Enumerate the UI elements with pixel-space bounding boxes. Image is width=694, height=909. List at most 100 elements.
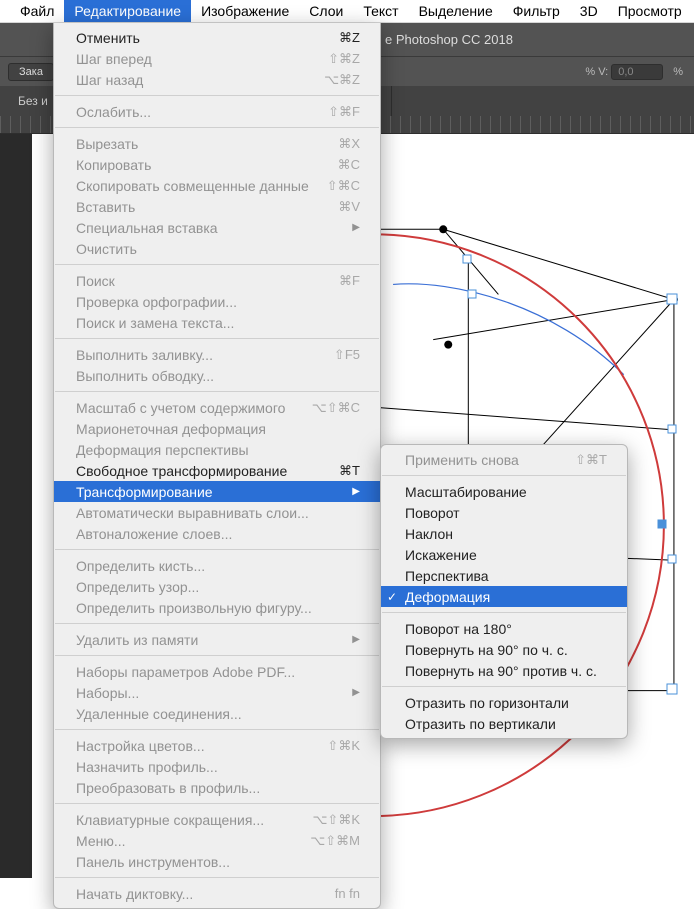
menu-item[interactable]: Отразить по вертикали: [381, 713, 627, 734]
menu-separator: [55, 549, 379, 550]
submenu-arrow-icon: ▶: [352, 687, 360, 698]
menu-item[interactable]: Наклон: [381, 523, 627, 544]
menu-item[interactable]: Отразить по горизонтали: [381, 692, 627, 713]
menubar-item[interactable]: Фильтр: [503, 0, 570, 22]
menu-item-label: Отразить по вертикали: [405, 716, 556, 732]
menu-item: Определить кисть...: [54, 555, 380, 576]
menu-item-label: Деформация перспективы: [76, 442, 249, 458]
menu-item-label: Применить снова: [405, 452, 519, 468]
menu-item[interactable]: Поворот: [381, 502, 627, 523]
menu-item[interactable]: Перспектива: [381, 565, 627, 586]
menubar-item[interactable]: Просмотр: [608, 0, 692, 22]
handle[interactable]: [667, 294, 678, 305]
menu-shortcut: ⌘F: [339, 273, 360, 289]
menu-shortcut: ⇧F5: [334, 347, 360, 363]
menu-item-label: Определить произвольную фигуру...: [76, 600, 312, 616]
menu-item-label: Выполнить обводку...: [76, 368, 214, 384]
menu-item-label: Поворот на 180°: [405, 621, 512, 637]
menu-item-label: Отменить: [76, 30, 140, 46]
menu-item[interactable]: Искажение: [381, 544, 627, 565]
menu-item: Ослабить...⇧⌘F: [54, 101, 380, 122]
submenu-arrow-icon: ▶: [352, 486, 360, 497]
menu-item[interactable]: Повернуть на 90° против ч. с.: [381, 660, 627, 681]
menu-item-label: Шаг вперед: [76, 51, 152, 67]
menu-separator: [382, 612, 626, 613]
menu-item[interactable]: Масштабирование: [381, 481, 627, 502]
options-v-field[interactable]: 0,0: [611, 64, 663, 80]
menu-item: Шаг вперед⇧⌘Z: [54, 48, 380, 69]
menu-item: Удалить из памяти▶: [54, 629, 380, 650]
menu-item-label: Специальная вставка: [76, 220, 218, 236]
menubar-item[interactable]: Текст: [353, 0, 408, 22]
menu-shortcut: ⌘X: [338, 136, 360, 152]
app-title: e Photoshop CC 2018: [385, 32, 513, 47]
menu-item-label: Деформация: [405, 589, 490, 605]
menu-item[interactable]: Свободное трансформирование⌘T: [54, 460, 380, 481]
menu-item: Определить узор...: [54, 576, 380, 597]
check-icon: ✓: [387, 590, 397, 604]
menubar-item[interactable]: Слои: [299, 0, 353, 22]
menubar-item[interactable]: 3D: [570, 0, 608, 22]
menu-item-label: Определить узор...: [76, 579, 199, 595]
menu-item: Меню...⌥⇧⌘M: [54, 830, 380, 851]
menu-item: Марионеточная деформация: [54, 418, 380, 439]
menu-item-label: Проверка орфографии...: [76, 294, 237, 310]
menu-item-label: Автоматически выравнивать слои...: [76, 505, 309, 521]
menu-item-label: Марионеточная деформация: [76, 421, 266, 437]
menu-item-label: Удаленные соединения...: [76, 706, 242, 722]
menu-shortcut: ⌘C: [338, 157, 360, 173]
menu-shortcut: ⇧⌘C: [327, 178, 360, 194]
menu-item: Вставить⌘V: [54, 196, 380, 217]
menu-shortcut: ⌘Z: [339, 30, 360, 46]
menu-item: Автоматически выравнивать слои...: [54, 502, 380, 523]
handle[interactable]: [668, 425, 677, 434]
menu-item-label: Поворот: [405, 505, 460, 521]
handle[interactable]: [468, 290, 477, 299]
menu-item: Деформация перспективы: [54, 439, 380, 460]
menu-item-label: Трансформирование: [76, 484, 213, 500]
menu-item: Наборы... ▶: [54, 682, 380, 703]
menu-shortcut: ⇧⌘K: [327, 738, 360, 754]
options-button[interactable]: Зака: [8, 63, 54, 81]
menu-item: Масштаб с учетом содержимого⌥⇧⌘C: [54, 397, 380, 418]
handle[interactable]: [668, 555, 677, 564]
submenu-arrow-icon: ▶: [352, 222, 360, 233]
menu-item-label: Панель инструментов...: [76, 854, 230, 870]
menu-item-label: Преобразовать в профиль...: [76, 780, 260, 796]
menu-item: Поиск⌘F: [54, 270, 380, 291]
handle[interactable]: [463, 255, 472, 264]
menu-item: Поиск и замена текста...: [54, 312, 380, 333]
menu-separator: [55, 127, 379, 128]
menu-shortcut: ⌘V: [338, 199, 360, 215]
menu-shortcut: ⌥⌘Z: [324, 72, 360, 88]
menu-item: Проверка орфографии...: [54, 291, 380, 312]
options-v-label: % V:: [585, 66, 608, 78]
menu-item-label: Очистить: [76, 241, 137, 257]
menu-item[interactable]: Повернуть на 90° по ч. с.: [381, 639, 627, 660]
menu-item-label: Выполнить заливку...: [76, 347, 213, 363]
edit-menu: Отменить⌘ZШаг вперед⇧⌘ZШаг назад⌥⌘ZОслаб…: [53, 23, 381, 909]
menubar-item[interactable]: Редактирование: [64, 0, 191, 22]
menu-shortcut: ⌘T: [339, 463, 360, 479]
menu-item-label: Повернуть на 90° по ч. с.: [405, 642, 568, 658]
menu-item-label: Начать диктовку...: [76, 886, 193, 902]
anchor[interactable]: [658, 520, 667, 529]
menu-item[interactable]: ✓ Деформация: [381, 586, 627, 607]
menubar-item[interactable]: Изображение: [191, 0, 299, 22]
menu-item-label: Меню...: [76, 833, 126, 849]
menu-item[interactable]: Поворот на 180°: [381, 618, 627, 639]
menu-shortcut: ⇧⌘T: [575, 452, 607, 468]
menubar-item[interactable]: Файл: [10, 0, 64, 22]
transform-submenu: Применить снова ⇧⌘T Масштабирование Поворот…: [380, 444, 628, 739]
handle[interactable]: [667, 684, 678, 695]
menu-item[interactable]: Отменить ⌘Z: [54, 27, 380, 48]
menu-item-label: Наборы...: [76, 685, 139, 701]
menu-item[interactable]: Трансформирование ▶: [54, 481, 380, 502]
menu-item-label: Вырезать: [76, 136, 138, 152]
menu-item: Копировать⌘C: [54, 154, 380, 175]
menu-item: Специальная вставка ▶: [54, 217, 380, 238]
menu-item-label: Удалить из памяти: [76, 632, 198, 648]
menu-separator: [55, 264, 379, 265]
menu-item: Выполнить заливку... ⇧F5: [54, 344, 380, 365]
menubar-item[interactable]: Выделение: [409, 0, 503, 22]
